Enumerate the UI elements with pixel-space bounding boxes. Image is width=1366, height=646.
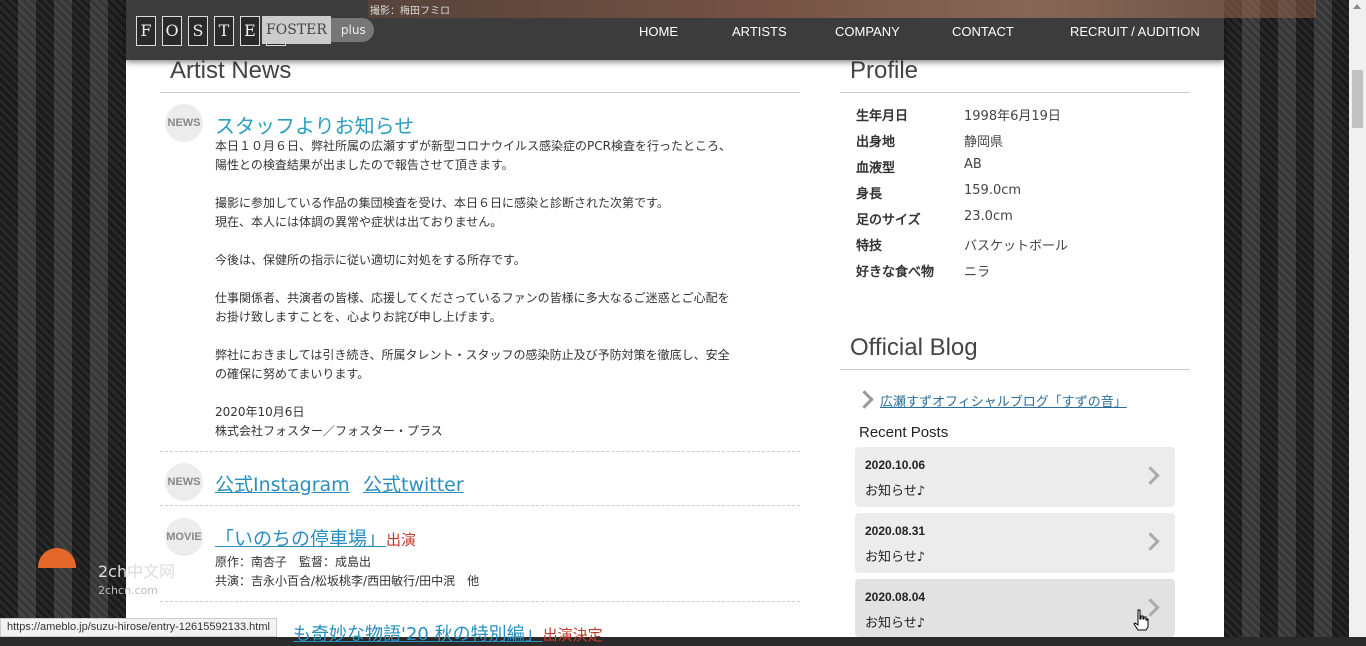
post-date: 2020.08.04	[865, 590, 926, 604]
profile-label: 出身地	[856, 135, 896, 150]
profile-label: 身長	[856, 187, 883, 202]
profile-rule	[840, 92, 1190, 93]
profile-value: AB	[964, 157, 982, 172]
movie-badge: MOVIE	[165, 518, 203, 556]
artist-news-rule	[160, 92, 800, 93]
watermark-subtext: 2chcn.com	[98, 584, 159, 597]
profile-label: 生年月日	[856, 109, 909, 124]
chevron-right-icon	[1141, 532, 1160, 551]
logo-letter: S	[188, 16, 208, 46]
news-divider	[160, 451, 800, 452]
news-divider	[160, 601, 800, 602]
next-news-row: も奇妙な物語'20 秋の特別編」出演決定	[293, 620, 603, 646]
nav-company[interactable]: COMPANY	[835, 24, 900, 39]
news-line: 仕事関係者、共演者の皆様、応援してくださっているファンの皆様に多大なるご迷惑とご…	[215, 291, 730, 305]
twitter-link[interactable]: 公式twitter	[363, 470, 464, 497]
news-badge: NEWS	[165, 463, 203, 501]
official-blog-heading: Official Blog	[850, 334, 978, 361]
profile-value: 1998年6月19日	[964, 109, 1061, 124]
next-news-title-link[interactable]: も奇妙な物語'20 秋の特別編」	[293, 624, 543, 645]
foster-plus-logo-tag: plus	[330, 18, 374, 42]
profile-value: バスケットボール	[964, 239, 1069, 254]
recent-post-card[interactable]: 2020.08.04 お知らせ♪	[855, 579, 1175, 637]
news-badge: NEWS	[165, 104, 203, 142]
post-date: 2020.10.06	[865, 458, 926, 472]
foster-plus-logo-main: FOSTER	[262, 16, 331, 44]
movie-role: 出演	[386, 531, 417, 549]
news-line	[215, 384, 731, 403]
news-date: 2020年10月6日	[215, 405, 305, 419]
recent-post-card[interactable]: 2020.08.31 お知らせ♪	[855, 513, 1175, 573]
instagram-link[interactable]: 公式Instagram	[215, 470, 350, 497]
news-line: 現在、本人には体調の異常や症状は出ておりません。	[215, 215, 503, 229]
vertical-scrollbar[interactable]	[1349, 0, 1366, 637]
news-title: スタッフよりお知らせ	[215, 114, 415, 138]
nav-recruit-audition[interactable]: RECRUIT / AUDITION	[1070, 24, 1200, 39]
logo-letter: T	[214, 16, 234, 46]
nav-home[interactable]: HOME	[639, 24, 678, 39]
news-line: 弊社におきましては引き続き、所属タレント・スタッフの感染防止及び予防対策を徹底し…	[215, 348, 730, 362]
movie-body: 原作：南杏子 監督：成島出 共演：吉永小百合/松坂桃李/西田敏行/田中泯 他	[215, 553, 479, 591]
next-news-role: 出演決定	[542, 626, 603, 644]
logo-letter: O	[162, 16, 182, 46]
artist-news-heading: Artist News	[170, 57, 292, 84]
watermark-text: 2ch中文网	[98, 562, 176, 581]
post-title: お知らせ♪	[865, 484, 926, 499]
news-line	[215, 327, 731, 346]
chevron-right-icon	[1141, 466, 1160, 485]
recent-post-card[interactable]: 2020.10.06 お知らせ♪	[855, 447, 1175, 507]
post-date: 2020.08.31	[865, 524, 926, 538]
nav-artists[interactable]: ARTISTS	[732, 24, 787, 39]
recent-posts-heading: Recent Posts	[859, 424, 949, 441]
movie-title-row: 「いのちの停車場」出演	[215, 524, 416, 551]
logo-letter: F	[136, 16, 156, 46]
photo-credit: 撮影：梅田フミロ	[370, 6, 450, 17]
news-line: 今後は、保健所の指示に従い適切に対処をする所存です。	[215, 253, 526, 267]
movie-credit-line: 共演：吉永小百合/松坂桃李/西田敏行/田中泯 他	[215, 574, 480, 588]
news-line: 陽性との検査結果が出ましたので報告させて頂きます。	[215, 158, 514, 172]
browser-status-url: https://ameblo.jp/suzu-hirose/entry-1261…	[0, 618, 277, 637]
foster-plus-logo[interactable]: FOSTER plus	[262, 16, 374, 44]
blog-rule	[840, 369, 1190, 370]
profile-label: 足のサイズ	[856, 213, 921, 228]
news-body: 本日１０月６日、弊社所属の広瀬すずが新型コロナウイルス感染症のPCR検査を行った…	[215, 137, 731, 441]
post-title: お知らせ♪	[865, 616, 926, 631]
movie-title-link[interactable]: 「いのちの停車場」	[215, 528, 386, 550]
post-title: お知らせ♪	[865, 550, 926, 565]
nav-contact[interactable]: CONTACT	[952, 24, 1014, 39]
profile-label: 特技	[856, 239, 883, 254]
news-line: お掛け致しますことを、心よりお詫び申し上げます。	[215, 310, 502, 324]
news-line: 本日１０月６日、弊社所属の広瀬すずが新型コロナウイルス感染症のPCR検査を行った…	[215, 139, 731, 153]
logo-letter: E	[240, 16, 260, 46]
movie-credit-line: 原作：南杏子 監督：成島出	[215, 555, 372, 569]
news-line: 撮影に参加している作品の集団検査を受け、本日６日に感染と診断された次第です。	[215, 196, 669, 210]
news-line: の確保に努めてまいります。	[215, 367, 370, 381]
scroll-up-arrow-icon[interactable]	[1353, 4, 1361, 9]
profile-value: 23.0cm	[964, 209, 1013, 224]
profile-label: 好きな食べ物	[856, 265, 935, 280]
news-divider	[160, 505, 800, 506]
profile-value: ニラ	[964, 265, 991, 280]
header-photo-strip	[368, 0, 1316, 18]
scrollbar-thumb[interactable]	[1352, 70, 1363, 128]
news-signature: 株式会社フォスター／フォスター・プラス	[215, 424, 443, 438]
profile-heading: Profile	[850, 57, 919, 84]
profile-value: 静岡県	[964, 135, 1004, 150]
profile-label: 血液型	[856, 161, 896, 176]
official-blog-link[interactable]: 広瀬すずオフィシャルブログ「すずの音」	[880, 391, 1127, 410]
profile-value: 159.0cm	[964, 183, 1022, 198]
news-line	[215, 175, 731, 194]
hand-cursor-icon	[1133, 609, 1149, 631]
news-line	[215, 270, 731, 289]
news-line	[215, 232, 731, 251]
